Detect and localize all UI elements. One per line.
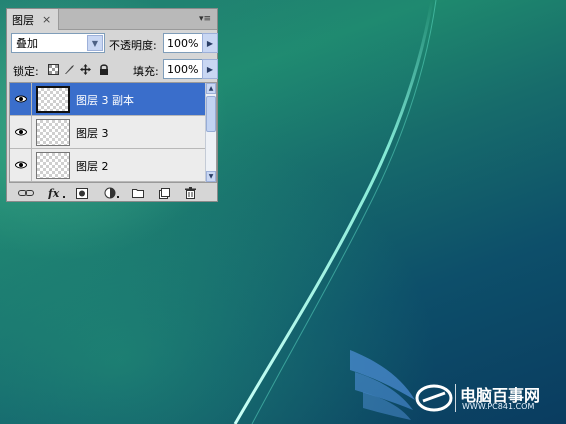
- fill-slider-button[interactable]: ▶: [202, 59, 218, 79]
- layers-panel: 图层 × ▾≡ 叠加 ▼ 不透明度: 100% ▶ 锁定: 填充: 100% ▶…: [6, 8, 218, 202]
- layer-style-icon[interactable]: fx: [47, 185, 67, 201]
- layer-thumbnail[interactable]: [36, 152, 70, 179]
- svg-text:fx: fx: [48, 187, 60, 199]
- new-layer-icon[interactable]: [157, 185, 171, 201]
- lock-transparent-icon[interactable]: [47, 63, 60, 76]
- eye-icon[interactable]: [14, 161, 27, 169]
- lock-label: 锁定:: [13, 65, 39, 78]
- delete-layer-icon[interactable]: [183, 185, 197, 201]
- layer-name[interactable]: 图层 2: [76, 158, 109, 174]
- layer-list: 图层 3 副本 图层 3 图层 2 ▲ ▼: [9, 82, 217, 183]
- panel-menu-icon[interactable]: ▾≡: [199, 13, 213, 25]
- layer-name[interactable]: 图层 3 副本: [76, 92, 134, 108]
- scroll-up-icon[interactable]: ▲: [206, 83, 216, 94]
- lock-move-icon[interactable]: [79, 63, 92, 76]
- panel-tab-bar: 图层 × ▾≡: [7, 9, 217, 30]
- blend-mode-value: 叠加: [16, 37, 38, 50]
- lock-fill-row: 锁定: 填充: 100% ▶: [11, 59, 218, 81]
- opacity-label: 不透明度:: [109, 39, 157, 52]
- layer-row[interactable]: 图层 2: [10, 149, 206, 182]
- eye-icon[interactable]: [14, 128, 27, 136]
- adjustment-layer-icon[interactable]: [103, 185, 121, 201]
- blend-opacity-row: 叠加 ▼ 不透明度: 100% ▶: [11, 33, 218, 55]
- opacity-value: 100%: [167, 36, 199, 50]
- layer-row[interactable]: 图层 3 副本: [10, 83, 206, 116]
- fill-label: 填充:: [133, 65, 159, 78]
- blend-mode-select[interactable]: 叠加 ▼: [11, 33, 105, 53]
- layer-thumbnail[interactable]: [36, 119, 70, 146]
- tab-layers[interactable]: 图层 ×: [7, 9, 59, 30]
- tab-layers-label: 图层: [12, 13, 34, 27]
- watermark-url: WWW.PC841.COM: [462, 402, 535, 411]
- visibility-toggle[interactable]: [10, 149, 32, 181]
- add-mask-icon[interactable]: [75, 185, 89, 201]
- eye-icon[interactable]: [14, 95, 27, 103]
- scrollbar-thumb[interactable]: [206, 96, 216, 132]
- close-icon[interactable]: ×: [42, 13, 51, 26]
- layer-name[interactable]: 图层 3: [76, 125, 109, 141]
- opacity-slider-button[interactable]: ▶: [202, 33, 218, 53]
- lock-all-icon[interactable]: [97, 63, 110, 76]
- watermark-divider: [455, 384, 456, 412]
- chevron-down-icon[interactable]: ▼: [87, 35, 103, 51]
- visibility-toggle[interactable]: [10, 116, 32, 148]
- new-group-icon[interactable]: [131, 185, 145, 201]
- fill-value: 100%: [167, 62, 199, 76]
- visibility-toggle[interactable]: [10, 83, 32, 115]
- layer-thumbnail[interactable]: [36, 86, 70, 113]
- link-layers-icon[interactable]: [17, 185, 35, 201]
- panel-bottom-toolbar: fx: [7, 185, 217, 201]
- scroll-down-icon[interactable]: ▼: [206, 171, 216, 182]
- layer-list-scrollbar[interactable]: ▲ ▼: [205, 83, 216, 182]
- lock-paint-icon[interactable]: [63, 63, 76, 76]
- layer-row[interactable]: 图层 3: [10, 116, 206, 149]
- pc-logo-icon: [415, 384, 453, 412]
